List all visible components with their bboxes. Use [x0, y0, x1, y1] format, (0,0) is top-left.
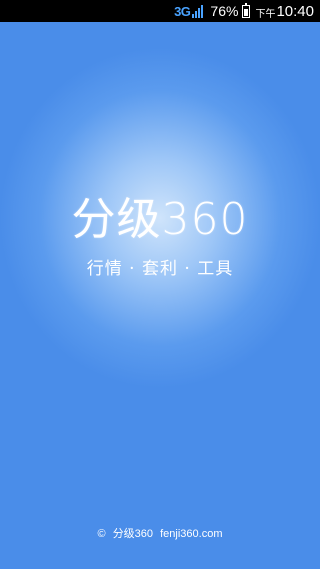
splash-screen: 分级360 行情 · 套利 · 工具 © 分级360 fenji360.com	[0, 22, 320, 569]
app-logo: 分级360	[71, 194, 249, 245]
footer: © 分级360 fenji360.com	[0, 525, 320, 541]
time-period: 下午	[255, 8, 276, 20]
copyright-icon: ©	[97, 528, 106, 540]
battery-percent: 76%	[210, 3, 239, 19]
status-bar: 3G 76% 下午 10:40	[0, 0, 320, 22]
signal-icon	[192, 4, 204, 18]
network-type: 3G	[174, 3, 191, 19]
footer-url: fenji360.com	[160, 528, 223, 540]
tagline: 行情 · 套利 · 工具	[86, 259, 234, 279]
app-screen: 3G 76% 下午 10:40 分级360 行情 · 套利 · 工具 © 分级3…	[0, 0, 320, 569]
battery-icon	[242, 2, 251, 18]
footer-brand: 分级360	[112, 528, 154, 540]
clock: 10:40	[276, 2, 314, 20]
